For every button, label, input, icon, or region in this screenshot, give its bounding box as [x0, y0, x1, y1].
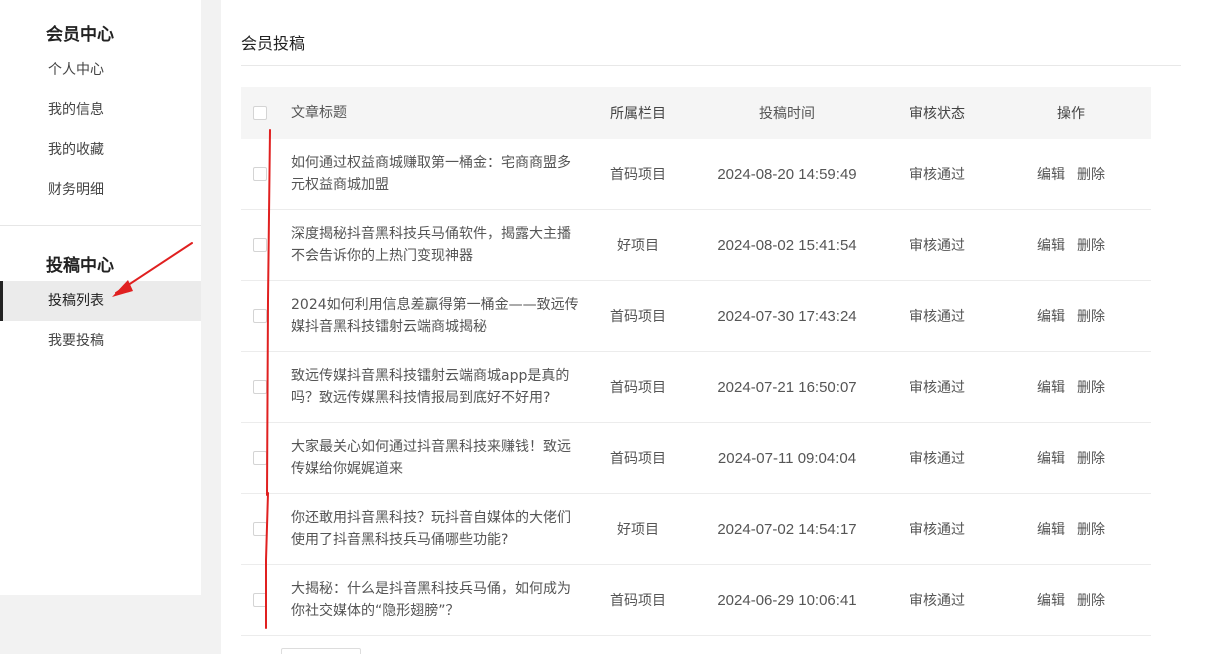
table-row: 大家最关心如何通过抖音黑科技来赚钱！致远传媒给你娓娓道来 首码项目 2024-0…	[241, 423, 1151, 494]
article-title[interactable]: 大家最关心如何通过抖音黑科技来赚钱！致远传媒给你娓娓道来	[279, 436, 585, 480]
row-checkbox[interactable]	[253, 522, 267, 536]
article-category: 好项目	[617, 522, 659, 538]
edit-link[interactable]: 编辑	[1037, 238, 1065, 254]
sidebar-divider	[0, 225, 201, 226]
sidebar-item-finance-details[interactable]: 财务明细	[0, 170, 201, 210]
article-title[interactable]: 大揭秘：什么是抖音黑科技兵马俑，如何成为你社交媒体的“隐形翅膀”？	[279, 578, 585, 622]
sidebar-item-submission-list[interactable]: 投稿列表	[0, 281, 201, 321]
delete-link[interactable]: 删除	[1077, 593, 1105, 609]
article-title[interactable]: 深度揭秘抖音黑科技兵马俑软件，揭露大主播不会告诉你的上热门变现神器	[279, 223, 585, 267]
article-title[interactable]: 如何通过权益商城赚取第一桶金：宅商商盟多元权益商城加盟	[279, 152, 585, 196]
sidebar: 会员中心 个人中心 我的信息 我的收藏 财务明细 投稿中心 投稿列表 我要投稿	[0, 0, 201, 595]
article-status: 审核通过	[909, 451, 965, 467]
page-title: 会员投稿	[241, 34, 306, 53]
delete-link[interactable]: 删除	[1077, 451, 1105, 467]
article-title[interactable]: 致远传媒抖音黑科技镭射云端商城app是真的吗？致远传媒黑科技情报局到底好不好用?	[279, 365, 585, 409]
article-status: 审核通过	[909, 593, 965, 609]
main-panel: 会员投稿 文章标题 所属栏目 投稿时间 审核状态 操作 如何通过权益商城赚取第一…	[221, 0, 1209, 654]
table-row: 深度揭秘抖音黑科技兵马俑软件，揭露大主播不会告诉你的上热门变现神器 好项目 20…	[241, 210, 1151, 281]
header-status: 审核状态	[909, 106, 965, 122]
article-category: 好项目	[617, 238, 659, 254]
header-category: 所属栏目	[610, 106, 666, 122]
title-divider	[241, 65, 1181, 66]
delete-link[interactable]: 删除	[1077, 238, 1105, 254]
article-category: 首码项目	[610, 593, 666, 609]
article-time: 2024-06-29 10:06:41	[717, 591, 857, 609]
header-time: 投稿时间	[759, 106, 815, 122]
submission-center-title: 投稿中心	[46, 256, 114, 276]
sidebar-item-my-favorites[interactable]: 我的收藏	[0, 130, 201, 170]
edit-link[interactable]: 编辑	[1037, 593, 1065, 609]
table-row: 你还敢用抖音黑科技？玩抖音自媒体的大佬们使用了抖音黑科技兵马俑哪些功能? 好项目…	[241, 494, 1151, 565]
header-title: 文章标题	[291, 105, 347, 121]
table-header: 文章标题 所属栏目 投稿时间 审核状态 操作	[241, 87, 1151, 139]
delete-link[interactable]: 删除	[1077, 167, 1105, 183]
member-center-title: 会员中心	[46, 25, 114, 45]
sidebar-item-my-info[interactable]: 我的信息	[0, 90, 201, 130]
row-checkbox[interactable]	[253, 238, 267, 252]
article-time: 2024-07-11 09:04:04	[717, 449, 857, 467]
table-row: 2024如何利用信息差赢得第一桶金——致远传媒抖音黑科技镭射云端商城揭秘 首码项…	[241, 281, 1151, 352]
article-status: 审核通过	[909, 238, 965, 254]
select-all-checkbox[interactable]	[253, 106, 267, 120]
edit-link[interactable]: 编辑	[1037, 451, 1065, 467]
row-checkbox[interactable]	[253, 380, 267, 394]
submission-table: 文章标题 所属栏目 投稿时间 审核状态 操作 如何通过权益商城赚取第一桶金：宅商…	[241, 87, 1151, 636]
article-time: 2024-07-02 14:54:17	[717, 520, 857, 538]
header-ops: 操作	[1057, 106, 1085, 122]
article-time: 2024-07-30 17:43:24	[717, 307, 857, 325]
article-category: 首码项目	[610, 167, 666, 183]
delete-link[interactable]: 删除	[1077, 380, 1105, 396]
delete-link[interactable]: 删除	[1077, 522, 1105, 538]
article-title[interactable]: 你还敢用抖音黑科技？玩抖音自媒体的大佬们使用了抖音黑科技兵马俑哪些功能?	[279, 507, 585, 551]
article-time: 2024-08-20 14:59:49	[717, 165, 857, 183]
table-row: 致远传媒抖音黑科技镭射云端商城app是真的吗？致远传媒黑科技情报局到底好不好用?…	[241, 352, 1151, 423]
row-checkbox[interactable]	[253, 309, 267, 323]
row-checkbox[interactable]	[253, 593, 267, 607]
article-title[interactable]: 2024如何利用信息差赢得第一桶金——致远传媒抖音黑科技镭射云端商城揭秘	[279, 294, 585, 338]
edit-link[interactable]: 编辑	[1037, 309, 1065, 325]
article-category: 首码项目	[610, 451, 666, 467]
delete-link[interactable]: 删除	[1077, 309, 1105, 325]
table-row: 大揭秘：什么是抖音黑科技兵马俑，如何成为你社交媒体的“隐形翅膀”？ 首码项目 2…	[241, 565, 1151, 636]
row-checkbox[interactable]	[253, 167, 267, 181]
pagination-button[interactable]	[281, 648, 361, 654]
article-status: 审核通过	[909, 380, 965, 396]
row-checkbox[interactable]	[253, 451, 267, 465]
article-category: 首码项目	[610, 380, 666, 396]
article-status: 审核通过	[909, 167, 965, 183]
sidebar-item-submit-article[interactable]: 我要投稿	[0, 321, 201, 361]
table-row: 如何通过权益商城赚取第一桶金：宅商商盟多元权益商城加盟 首码项目 2024-08…	[241, 139, 1151, 210]
sidebar-item-personal-center[interactable]: 个人中心	[0, 50, 201, 90]
edit-link[interactable]: 编辑	[1037, 522, 1065, 538]
article-time: 2024-08-02 15:41:54	[717, 236, 857, 254]
edit-link[interactable]: 编辑	[1037, 167, 1065, 183]
article-time: 2024-07-21 16:50:07	[717, 378, 857, 396]
article-status: 审核通过	[909, 522, 965, 538]
article-category: 首码项目	[610, 309, 666, 325]
edit-link[interactable]: 编辑	[1037, 380, 1065, 396]
article-status: 审核通过	[909, 309, 965, 325]
